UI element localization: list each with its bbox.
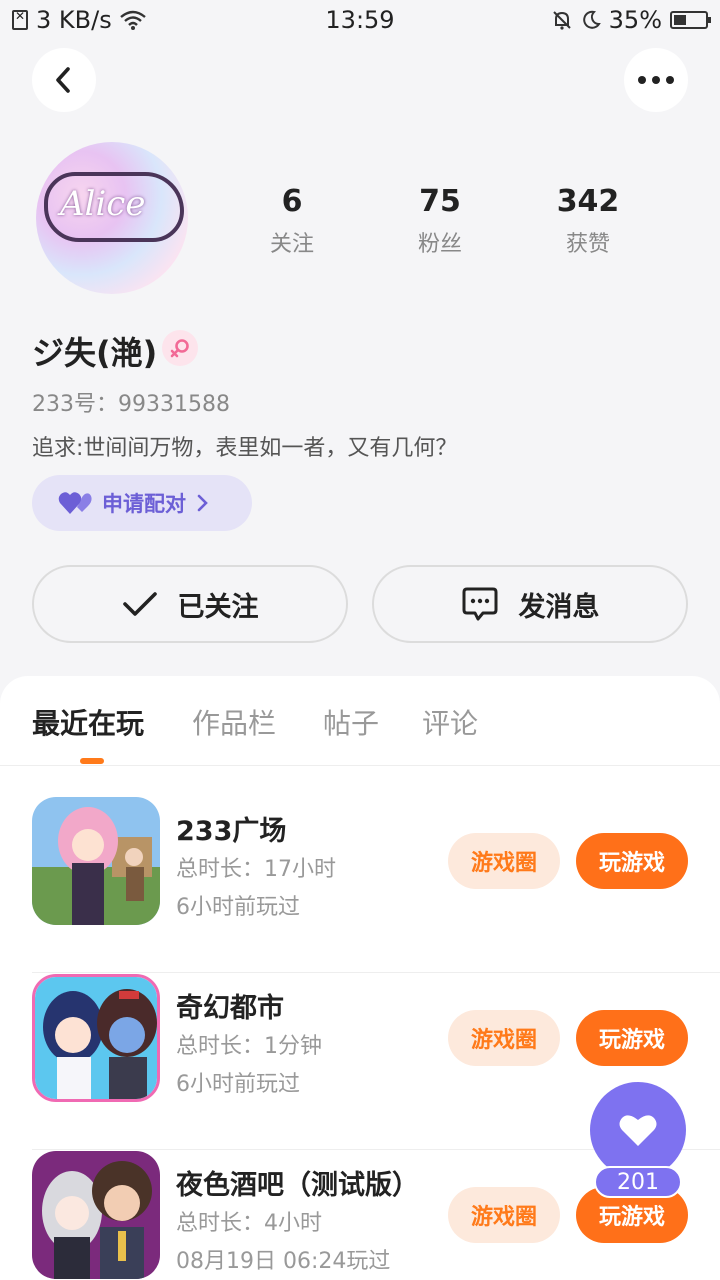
double-heart-icon <box>58 492 92 514</box>
play-game-button[interactable]: 玩游戏 <box>576 833 688 889</box>
profile-name: ジ失(滟) <box>32 334 158 372</box>
more-button[interactable] <box>624 48 688 112</box>
tab-comments[interactable]: 评论 <box>422 702 478 742</box>
pair-request-button[interactable]: 申请配对 <box>32 475 252 531</box>
tab-works[interactable]: 作品栏 <box>192 702 276 742</box>
mute-bell-icon <box>552 11 571 30</box>
game-title: 奇幻都市 <box>176 993 284 1024</box>
avatar[interactable]: Alice <box>36 142 188 294</box>
game-icon[interactable] <box>32 1151 160 1279</box>
followed-label: 已关注 <box>177 591 259 623</box>
game-title: 夜色酒吧（测试版） <box>176 1170 419 1201</box>
pair-request-label: 申请配对 <box>102 492 186 516</box>
game-icon[interactable] <box>32 797 160 925</box>
game-duration: 总时长：1分钟 <box>176 1034 322 1059</box>
heart-icon <box>619 1115 657 1146</box>
game-circle-button[interactable]: 游戏圈 <box>448 1010 560 1066</box>
stat-fans[interactable]: 75 粉丝 <box>370 182 510 258</box>
divider <box>32 972 720 973</box>
chevron-left-icon <box>56 67 70 93</box>
chevron-right-icon <box>197 494 208 512</box>
stat-fans-value: 75 <box>419 184 461 219</box>
list-item[interactable]: 233广场 总时长：17小时 6小时前玩过 游戏圈 玩游戏 <box>0 797 720 973</box>
game-circle-button[interactable]: 游戏圈 <box>448 833 560 889</box>
like-fab-button[interactable] <box>590 1082 686 1178</box>
status-right: 35% <box>551 6 711 34</box>
female-icon <box>170 339 189 358</box>
moon-icon <box>582 10 601 29</box>
stat-likes-label: 获赞 <box>565 232 610 257</box>
game-last-played: 6小时前玩过 <box>176 1072 300 1097</box>
tab-bar: 最近在玩 作品栏 帖子 评论 <box>0 676 720 766</box>
active-tab-indicator <box>80 758 104 764</box>
battery-percent: 35% <box>608 6 662 34</box>
like-count-badge: 201 <box>594 1166 682 1198</box>
send-message-label: 发消息 <box>518 591 600 623</box>
tab-recently-played[interactable]: 最近在玩 <box>32 702 144 742</box>
stat-following-label: 关注 <box>269 232 314 257</box>
game-duration: 总时长：17小时 <box>176 857 336 882</box>
game-title: 233广场 <box>176 816 287 847</box>
stat-following[interactable]: 6 关注 <box>222 182 362 258</box>
bio: 追求:世间间万物，表里如一者，又有几何？ <box>32 436 458 461</box>
game-last-played: 6小时前玩过 <box>176 895 300 920</box>
play-game-button[interactable]: 玩游戏 <box>576 1010 688 1066</box>
stat-following-value: 6 <box>281 184 303 219</box>
check-icon <box>122 592 157 616</box>
stat-fans-label: 粉丝 <box>417 232 462 257</box>
stat-likes-value: 342 <box>556 184 620 219</box>
chat-bubble-icon <box>462 587 497 621</box>
more-dots-icon <box>638 76 674 84</box>
user-id: 233号：99331588 <box>32 392 230 417</box>
status-bar: 3 KB/s 13:59 35% <box>0 0 720 40</box>
game-duration: 总时长：4小时 <box>176 1211 322 1236</box>
game-circle-button[interactable]: 游戏圈 <box>448 1187 560 1243</box>
back-button[interactable] <box>32 48 96 112</box>
tab-posts[interactable]: 帖子 <box>323 702 379 742</box>
female-gender-badge <box>162 330 198 366</box>
battery-icon <box>670 11 711 29</box>
followed-button[interactable]: 已关注 <box>32 565 348 643</box>
stat-likes[interactable]: 342 获赞 <box>518 182 658 258</box>
send-message-button[interactable]: 发消息 <box>372 565 688 643</box>
avatar-art: Alice <box>60 184 146 224</box>
game-icon[interactable] <box>32 974 160 1102</box>
game-last-played: 08月19日 06:24玩过 <box>176 1249 391 1274</box>
